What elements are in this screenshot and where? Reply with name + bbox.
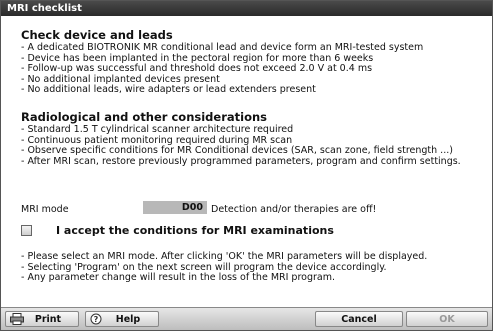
help-button[interactable]: ? Help <box>85 311 159 327</box>
dialog-title: MRI checklist <box>1 1 492 16</box>
mri-mode-label: MRI mode <box>21 204 69 215</box>
printer-icon <box>10 313 24 325</box>
list-item: - A dedicated BIOTRONIK MR conditional l… <box>21 42 424 53</box>
mri-mode-select[interactable]: D00 <box>143 201 207 214</box>
accept-label[interactable]: I accept the conditions for MRI examinat… <box>56 224 334 237</box>
list-item: - No additional leads, wire adapters or … <box>21 84 316 96</box>
print-button[interactable]: Print <box>5 311 79 327</box>
dialog-content: Check device and leads - A dedicated BIO… <box>1 16 492 307</box>
section-title-device-leads: Check device and leads <box>21 28 173 42</box>
list-item: - Standard 1.5 T cylindrical scanner arc… <box>21 124 294 135</box>
instructions-list: - Please select an MRI mode. After click… <box>21 251 428 284</box>
list-item: - After MRI scan, restore previously pro… <box>21 155 461 167</box>
mri-checklist-dialog: MRI checklist Check device and leads - A… <box>0 0 493 331</box>
button-bar: Print ? Help Cancel OK <box>1 307 492 330</box>
list-item: - Please select an MRI mode. After click… <box>21 251 428 262</box>
radiological-list: - Standard 1.5 T cylindrical scanner arc… <box>21 124 461 167</box>
list-item: - Any parameter change will result in th… <box>21 272 336 284</box>
section-title-radiological: Radiological and other considerations <box>21 110 267 124</box>
cancel-button[interactable]: Cancel <box>315 311 403 327</box>
ok-button[interactable]: OK <box>406 311 488 327</box>
svg-text:?: ? <box>94 315 99 324</box>
mri-mode-warning: Detection and/or therapies are off! <box>211 204 377 215</box>
print-label: Print <box>34 314 62 325</box>
help-label: Help <box>115 314 141 325</box>
device-leads-list: - A dedicated BIOTRONIK MR conditional l… <box>21 42 424 96</box>
help-icon: ? <box>90 313 104 325</box>
accept-checkbox[interactable] <box>21 225 32 236</box>
